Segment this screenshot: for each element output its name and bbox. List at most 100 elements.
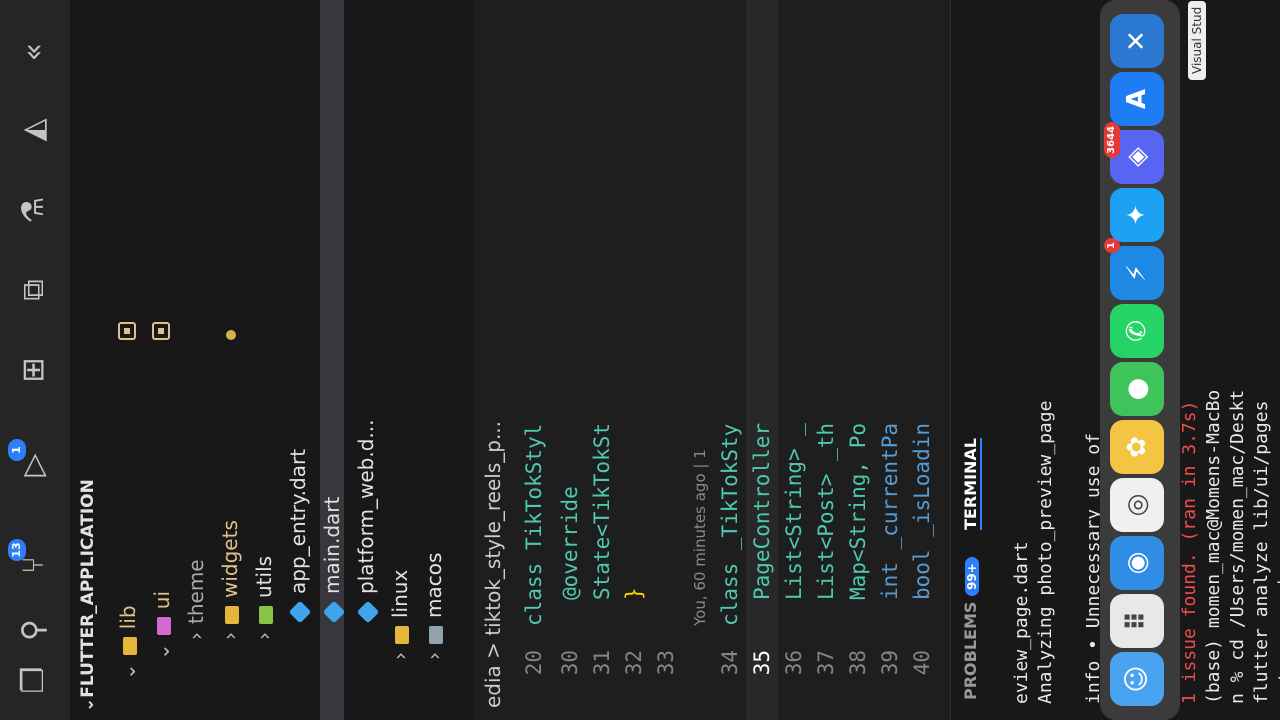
line-number: 39: [878, 650, 902, 676]
run-debug-badge: 1: [8, 439, 26, 461]
code-line[interactable]: 33: [650, 0, 682, 720]
code-line[interactable]: 39 int _currentPa: [874, 0, 906, 720]
tab-terminal[interactable]: TERMINAL: [961, 437, 982, 530]
code-text: List<String> _: [782, 422, 806, 600]
terminal-line: flutter analyze lib/ui/pages: [1251, 400, 1272, 704]
tree-file-platform-web[interactable]: platform_web.d...: [354, 419, 379, 624]
macos-dock: ☺ ⠿ ◉ ◎ ✿ ● ✆ ⚡ 1 ✦ ◈ 3644 A ✕: [1100, 0, 1180, 720]
remote-explorer-icon[interactable]: ⧉: [12, 270, 56, 310]
folder-icon: [394, 626, 409, 644]
terminal-line: art --no-pub: [1275, 573, 1280, 704]
code-text: bool _isLoadin: [910, 422, 934, 600]
dart-file-icon: [356, 600, 379, 624]
line-number: 38: [846, 650, 870, 676]
code-text: class _TikTokSty: [718, 423, 742, 626]
deploy-icon[interactable]: «: [12, 32, 56, 72]
dock-tooltip: Visual Stud: [1188, 0, 1206, 80]
terminal-line: eview_page.dart: [1011, 541, 1032, 704]
code-line[interactable]: 40 bool _isLoadin: [906, 0, 938, 720]
dart-file-icon: [288, 600, 311, 624]
dart-file-icon: [322, 600, 345, 624]
line-number: 34: [718, 650, 742, 676]
tab-label: PROBLEMS: [961, 601, 980, 700]
code-text: Map<String, Po: [846, 422, 870, 600]
chrome-icon[interactable]: ◎: [1110, 478, 1164, 532]
line-number: 37: [814, 650, 838, 676]
code-line-current[interactable]: 35 PageController: [746, 0, 778, 720]
tree-label: main.dart: [320, 496, 344, 594]
explorer-icon[interactable]: ❐: [12, 660, 56, 700]
screen-rotated: ❐ ⚲ ⑂ 13 ▷ 1 ⊞ ⧉ ⚗ ◭ « ⋯ ◎ ⚙ ⌄FLUTTER_AP…: [0, 0, 1280, 720]
tree-folder-theme[interactable]: ›theme: [184, 559, 208, 640]
folder-icon: [428, 626, 443, 644]
project-title: FLUTTER_APPLICATION: [78, 479, 98, 698]
line-number: 36: [782, 650, 806, 676]
tree-file-main[interactable]: main.dart: [320, 0, 345, 720]
git-status-icon: [152, 322, 170, 340]
code-text: State<TikTokSt: [590, 422, 614, 600]
project-header[interactable]: ⌄FLUTTER_APPLICATION: [78, 0, 98, 712]
tab-problems[interactable]: PROBLEMS 99+: [961, 557, 980, 700]
code-line[interactable]: 36 List<String> _: [778, 0, 810, 720]
search-icon[interactable]: ⚲: [12, 610, 56, 650]
line-number: 35: [750, 650, 774, 676]
tree-folder-macos[interactable]: ›macos: [422, 553, 446, 660]
extensions-icon[interactable]: ⊞: [12, 350, 56, 390]
line-number: 31: [590, 650, 614, 676]
code-line[interactable]: 38 Map<String, Po: [842, 0, 874, 720]
code-line[interactable]: 31 State<TikTokSt: [586, 0, 618, 720]
tree-label: platform_web.d...: [354, 419, 378, 594]
code-text: }: [622, 587, 646, 600]
code-text: class TikTokStyl: [522, 423, 546, 626]
code-text: PageController: [750, 422, 774, 600]
terminal-line: (base) momen_mac@Momens-MacBo: [1203, 389, 1224, 704]
tree-label: lib: [116, 605, 140, 630]
tree-folder-utils[interactable]: ›utils: [252, 556, 276, 640]
code-text: @override: [558, 486, 582, 600]
line-number: 20: [522, 650, 546, 676]
source-control-icon[interactable]: ⑂ 13: [8, 539, 56, 585]
breadcrumb[interactable]: edia > tiktok_style_reels_p...: [474, 0, 512, 720]
app-store-icon[interactable]: A: [1110, 72, 1164, 126]
source-control-badge: 13: [8, 539, 26, 561]
git-status-icon: [118, 322, 136, 340]
flutter-icon[interactable]: ◭: [12, 110, 56, 150]
activity-bar: ❐ ⚲ ⑂ 13 ▷ 1 ⊞ ⧉ ⚗ ◭ « ⋯ ◎ ⚙: [0, 0, 71, 720]
vscode-icon[interactable]: ✕: [1110, 14, 1164, 68]
problems-count-badge: 99+: [965, 557, 979, 596]
tree-label: utils: [252, 555, 276, 598]
code-text: int _currentPa: [878, 422, 902, 600]
code-line[interactable]: 20 class TikTokStyl: [518, 0, 550, 720]
tree-folder-lib[interactable]: ⌄lib: [116, 605, 140, 680]
code-line[interactable]: 34 class _TikTokSty: [714, 0, 746, 720]
code-line[interactable]: 32}: [618, 0, 650, 720]
code-line[interactable]: 30 @override: [554, 0, 586, 720]
line-number: 30: [558, 650, 582, 676]
finder-icon[interactable]: ☺: [1110, 652, 1164, 706]
line-number: 40: [910, 650, 934, 676]
tree-folder-linux[interactable]: ›linux: [388, 570, 412, 660]
line-number: 32: [622, 650, 646, 676]
launchpad-icon[interactable]: ⠿: [1110, 594, 1164, 648]
messages-icon[interactable]: ●: [1110, 362, 1164, 416]
breadcrumb-path: edia > tiktok_style_reels_p...: [481, 420, 505, 708]
tree-file-app-entry[interactable]: app_entry.dart: [286, 448, 311, 624]
explorer-sidebar: ⌄FLUTTER_APPLICATION ⌄lib ⌄ui ›theme ›wi…: [70, 0, 475, 720]
testing-icon[interactable]: ⚗: [12, 190, 56, 230]
tree-label: app_entry.dart: [286, 448, 310, 594]
run-debug-icon[interactable]: ▷ 1: [8, 439, 56, 485]
twitter-icon[interactable]: ✦: [1110, 188, 1164, 242]
tree-folder-ui[interactable]: ⌄ui: [150, 591, 174, 660]
whatsapp-icon[interactable]: ✆: [1110, 304, 1164, 358]
discord-icon[interactable]: ◈ 3644: [1104, 122, 1164, 184]
blame-text: You, 60 minutes ago | 1: [691, 449, 709, 626]
tree-folder-widgets[interactable]: ›widgets: [218, 520, 242, 640]
codelens-blame[interactable]: You, 60 minutes ago | 1: [682, 0, 714, 720]
tree-label: ui: [150, 591, 174, 610]
folder-icon: [122, 637, 137, 656]
code-editor[interactable]: edia > tiktok_style_reels_p... 20 class T…: [474, 0, 950, 720]
safari-icon[interactable]: ◉: [1110, 536, 1164, 590]
messenger-icon[interactable]: ⚡ 1: [1104, 238, 1164, 300]
photos-icon[interactable]: ✿: [1110, 420, 1164, 474]
code-line[interactable]: 37 List<Post> _th: [810, 0, 842, 720]
